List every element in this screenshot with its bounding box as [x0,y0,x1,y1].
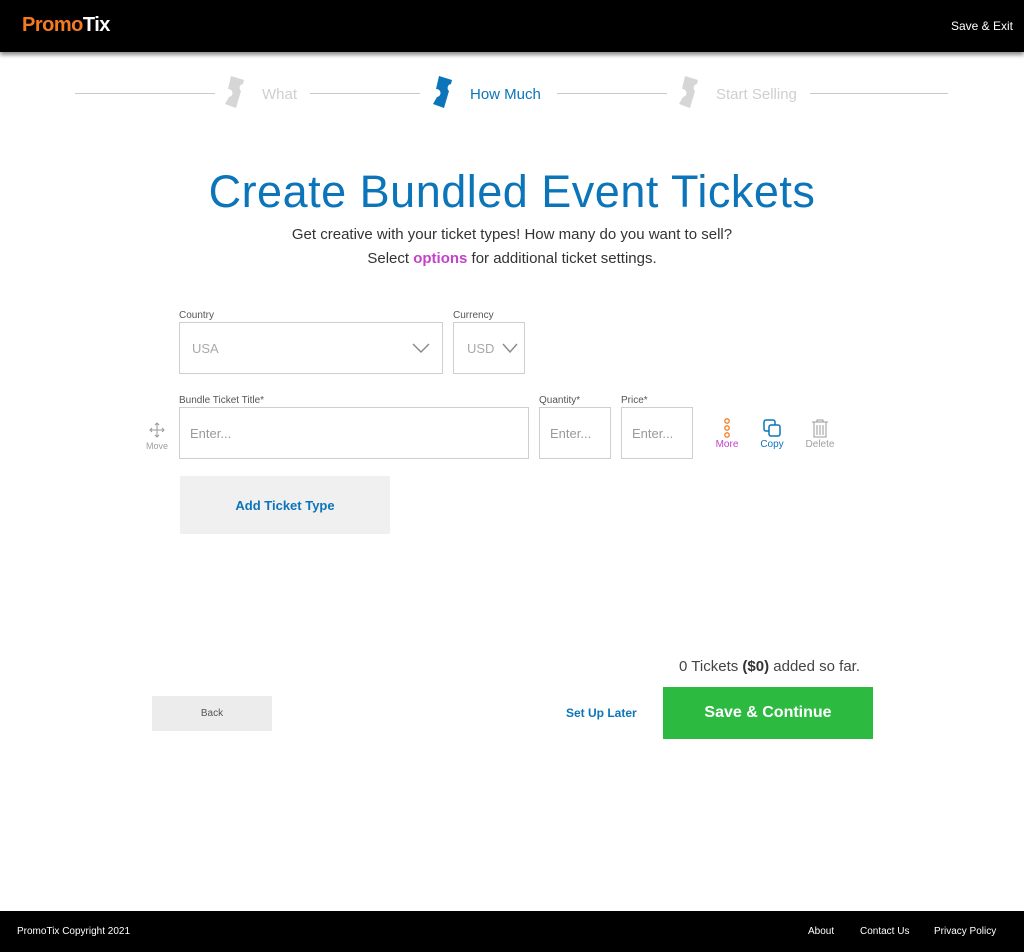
more-label: More [715,439,739,450]
bundle-title-placeholder: Enter... [190,425,232,441]
currency-select[interactable]: USD [453,322,525,374]
save-exit-link[interactable]: Save & Exit [951,19,1013,33]
back-button[interactable]: Back [152,696,272,731]
ticket-icon [222,75,252,114]
quantity-label: Quantity* [539,395,581,406]
logo-tix-text: Tix [82,14,111,36]
move-handle[interactable]: Move [145,419,169,451]
copy-button[interactable]: Copy [758,417,786,450]
price-input[interactable]: Enter... [621,407,693,459]
chevron-down-icon [502,341,518,356]
copy-icon [762,417,782,439]
more-button[interactable]: More [712,417,742,450]
price-label: Price* [621,395,648,406]
move-icon [149,419,165,441]
footer: PromoTix Copyright 2021 About Contact Us… [0,911,1024,952]
currency-value: USD [467,340,495,356]
footer-copyright: PromoTix Copyright 2021 [17,926,131,937]
quantity-placeholder: Enter... [550,425,592,441]
bundle-title-label: Bundle Ticket Title* [179,395,265,406]
step-what[interactable]: What [222,75,298,114]
footer-link-about[interactable]: About [808,926,834,937]
logo-promo-text: Promo [22,14,83,36]
promotix-logo[interactable]: PromoTix [22,14,110,37]
country-label: Country [179,310,215,321]
quantity-input[interactable]: Enter... [539,407,611,459]
bundle-title-input[interactable]: Enter... [179,407,529,459]
footer-link-privacy[interactable]: Privacy Policy [934,926,996,937]
page-subtitle-options: Select options for additional ticket set… [0,250,1024,267]
save-continue-button[interactable]: Save & Continue [663,687,873,739]
delete-button[interactable]: Delete [803,417,837,450]
page-title: Create Bundled Event Tickets [208,166,816,217]
stepper-line [75,93,215,94]
delete-label: Delete [805,439,835,450]
tickets-amount: ($0) [742,658,770,675]
country-select[interactable]: USA [179,322,443,374]
country-value: USA [192,340,219,356]
step-how-much[interactable]: How Much [430,75,541,114]
page: PromoTix Save & Exit What How Much Start… [0,0,1024,952]
subtitle-text: for additional ticket settings. [467,250,657,267]
options-link[interactable]: options [413,250,467,267]
chevron-down-icon [412,341,430,356]
copy-label: Copy [760,439,784,450]
top-bar: PromoTix Save & Exit [0,0,1024,52]
step-label: What [262,85,298,103]
move-label: Move [145,441,168,451]
footer-link-contact[interactable]: Contact Us [860,926,909,937]
ticket-icon [676,75,706,114]
page-subtitle: Get creative with your ticket types! How… [291,226,733,243]
tickets-count: 0 Tickets [679,658,743,675]
price-placeholder: Enter... [632,425,674,441]
stepper-line [310,93,420,94]
stepper-line [557,93,667,94]
progress-stepper: What How Much Start Selling [0,75,1024,114]
step-start-selling[interactable]: Start Selling [676,75,797,114]
tickets-suffix: added so far. [769,658,860,675]
trash-icon [811,417,829,439]
subtitle-text: Select [367,250,414,267]
set-up-later-link[interactable]: Set Up Later [566,706,637,720]
step-label: Start Selling [716,85,797,103]
ticket-icon [430,75,460,114]
more-dots-icon [723,417,731,439]
add-ticket-type-button[interactable]: Add Ticket Type [180,476,390,534]
currency-label: Currency [453,310,494,321]
step-label: How Much [470,85,541,103]
tickets-summary: 0 Tickets ($0) added so far. [679,658,860,675]
stepper-line [810,93,948,94]
